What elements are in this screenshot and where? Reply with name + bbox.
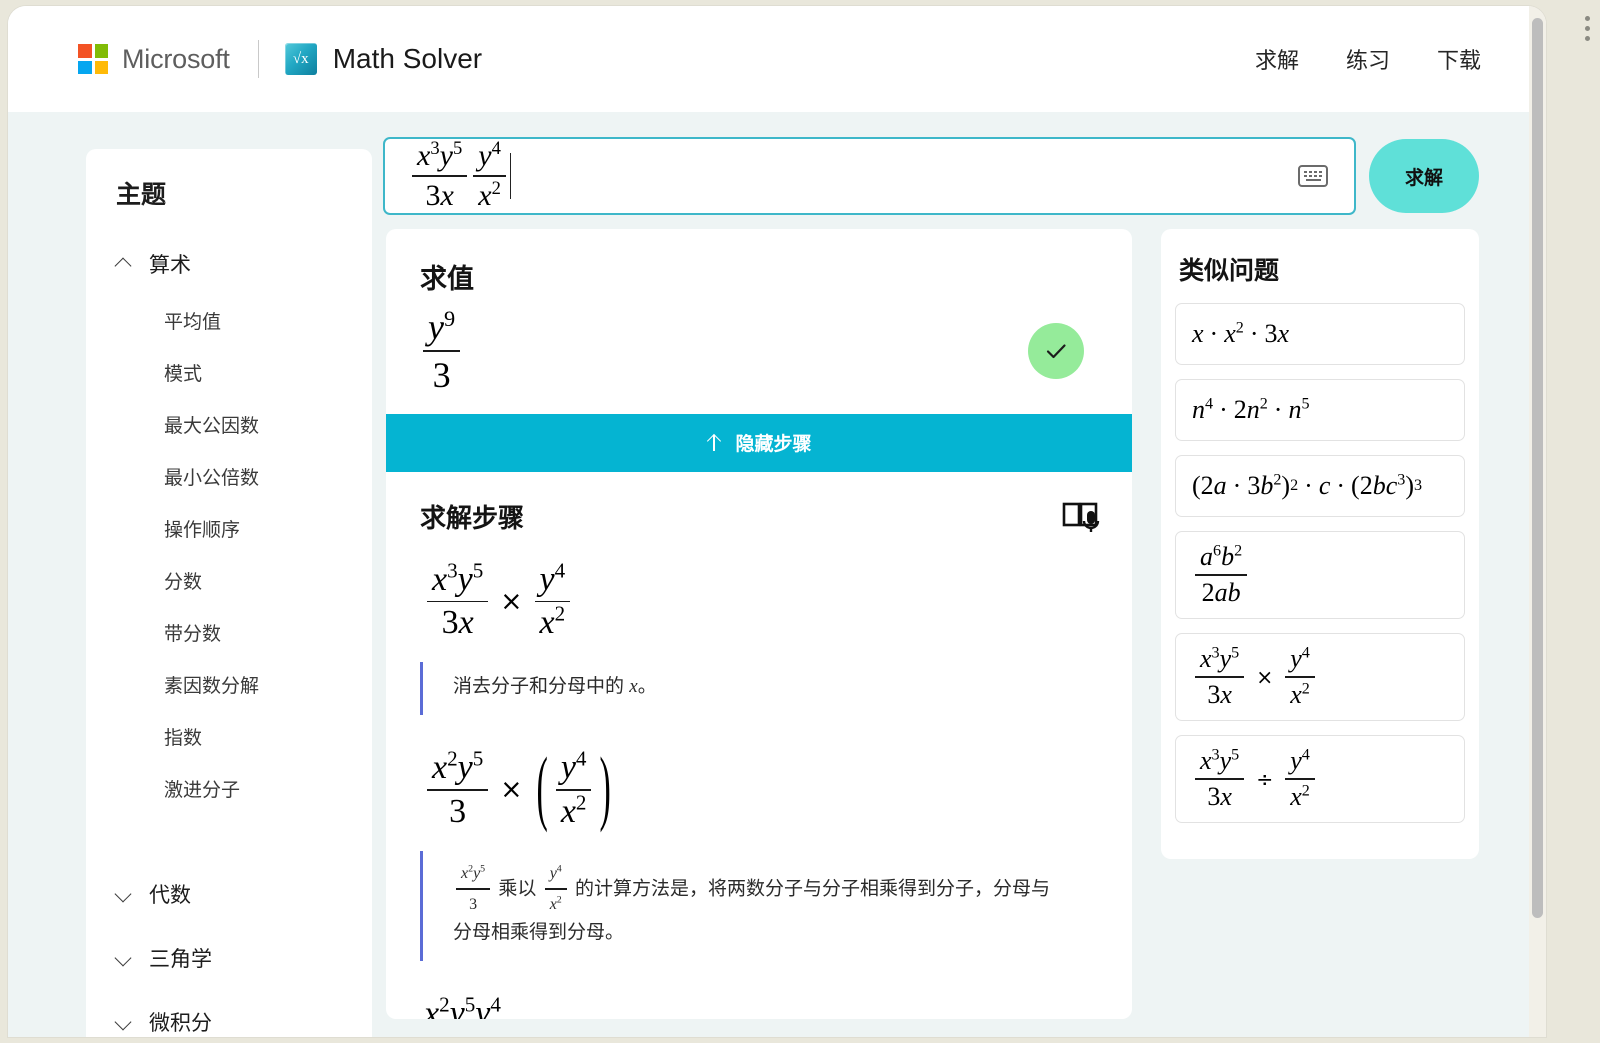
step-1-note-post: 。 (637, 676, 657, 698)
text-cursor (509, 153, 512, 199)
sidebar-group-label: 微积分 (149, 1012, 212, 1035)
step-2-note-mid: 乘以 (493, 878, 542, 900)
sidebar-item-mode[interactable]: 模式 (86, 349, 372, 401)
similar-problem-item[interactable]: a6b2 2ab (1175, 531, 1465, 619)
desktop-frame: Microsoft √x Math Solver 求解 练习 下载 x3y5 3… (0, 0, 1600, 1043)
sidebar-group-calculus[interactable]: 微积分 (86, 1003, 372, 1037)
similar-problems-panel: 类似问题 x · x2 · 3 x n4 · 2 n2 · n5 (2 a · 3 b2) 2 · c · (1161, 229, 1479, 859)
step-2-note-frac-b: y4 x2 (542, 861, 570, 918)
result-header: 求值 (386, 229, 1132, 296)
microsoft-logo-icon (78, 44, 108, 74)
sidebar-group-label: 三角学 (149, 948, 212, 971)
sidebar-group-trigonometry[interactable]: 三角学 (86, 939, 372, 977)
scrollbar-thumb[interactable] (1532, 18, 1543, 918)
main-content: 主题 算术 平均值 模式 最大公因数 最小公倍数 操作顺序 分数 带分数 素因数… (8, 149, 1529, 1037)
nav-practice[interactable]: 练习 (1346, 43, 1390, 75)
math-solver-icon: √x (280, 43, 321, 75)
arrow-up-icon (706, 434, 722, 451)
hide-steps-label: 隐藏步骤 (735, 434, 812, 456)
sidebar-item-average[interactable]: 平均值 (86, 297, 372, 349)
math-input-expression: x3y5 3x y4 x2 (403, 139, 1298, 213)
nav-solve[interactable]: 求解 (1255, 43, 1299, 75)
result-row: y9 3 (386, 296, 1132, 414)
similar-problem-item[interactable]: x3y5 3x × y4 x2 (1175, 633, 1465, 721)
similar-problem-item[interactable]: (2 a · 3 b2) 2 · c ·(2 bc3) 3 (1175, 455, 1465, 517)
chevron-up-icon (116, 257, 131, 272)
step-1-note-var: x (629, 676, 638, 698)
vertical-scrollbar[interactable] (1529, 6, 1546, 1037)
step-1-note: 消去分子和分母中的 x。 (420, 662, 1132, 715)
similar-problems-title: 类似问题 (1179, 257, 1280, 285)
chevron-down-icon (116, 1015, 131, 1030)
verified-check-icon[interactable] (1028, 322, 1084, 379)
page-viewport: Microsoft √x Math Solver 求解 练习 下载 x3y5 3… (8, 6, 1529, 1037)
hide-steps-button[interactable]: 隐藏步骤 (386, 413, 1132, 472)
microsoft-wordmark: Microsoft (122, 43, 230, 74)
app-title: Math Solver (332, 43, 483, 74)
sidebar-item-order-of-operations[interactable]: 操作顺序 (86, 505, 372, 557)
sidebar-group-algebra[interactable]: 代数 (86, 875, 372, 913)
result-expression: y9 3 (420, 306, 1028, 396)
window-menu-dots[interactable] (1580, 16, 1594, 41)
sidebar-group-label: 算术 (149, 254, 191, 277)
sidebar-item-mixed-fractions[interactable]: 带分数 (86, 609, 372, 661)
nav-download[interactable]: 下载 (1437, 43, 1481, 75)
step-2-note: x2y5 3 乘以 y4 x2 的计算方法是，将两数分子与分子相乘得到分子，分母… (420, 850, 1132, 961)
sidebar-item-gcd[interactable]: 最大公因数 (86, 401, 372, 453)
step-1-note-text: 消去分子和分母中的 (453, 676, 630, 698)
sidebar-group-label: 代数 (149, 884, 191, 907)
sidebar-item-fractions[interactable]: 分数 (86, 557, 372, 609)
site-header: Microsoft √x Math Solver 求解 练习 下载 (8, 6, 1529, 112)
similar-problem-item[interactable]: x · x2 · 3 x (1175, 303, 1465, 365)
sidebar-title: 主题 (116, 181, 167, 209)
book-microphone-icon[interactable] (1062, 499, 1104, 533)
math-input-field[interactable]: x3y5 3x y4 x2 (383, 137, 1356, 215)
similar-problem-item[interactable]: n4 · 2 n2 · n5 (1175, 379, 1465, 441)
chevron-down-icon (116, 887, 131, 902)
step-2-note-frac-a: x2y5 3 (453, 861, 493, 918)
sidebar-group-arithmetic[interactable]: 算术 (86, 245, 372, 283)
brand[interactable]: Microsoft (78, 44, 230, 75)
keyboard-icon[interactable] (1298, 165, 1328, 187)
sidebar-item-radicals[interactable]: 激进分子 (86, 765, 372, 817)
step-3-expression: x2y5y4 (424, 992, 501, 1019)
chevron-down-icon (116, 951, 131, 966)
sidebar-item-lcm[interactable]: 最小公倍数 (86, 453, 372, 505)
brand-divider (257, 40, 259, 78)
similar-problem-item[interactable]: x3y5 3x ÷ y4 x2 (1175, 735, 1465, 823)
sidebar: 主题 算术 平均值 模式 最大公因数 最小公倍数 操作顺序 分数 带分数 素因数… (86, 149, 372, 1037)
result-title: 求值 (420, 264, 474, 294)
sidebar-item-prime-factorization[interactable]: 素因数分解 (86, 661, 372, 713)
step-1-expression: x3y5 3x × y4 x2 (386, 535, 1132, 649)
result-panel: 求值 y9 3 隐藏步骤 求解步骤 x3y5 3x × y4 x2 消去分子和分… (386, 229, 1132, 1019)
solve-button[interactable]: 求解 (1369, 139, 1479, 213)
sidebar-topic-list: 平均值 模式 最大公因数 最小公倍数 操作顺序 分数 带分数 素因数分解 指数 … (86, 297, 372, 817)
steps-header: 求解步骤 (386, 472, 1132, 535)
step-2-expression: x2y5 3 × ( y4 x2 ) (386, 723, 1132, 837)
steps-title: 求解步骤 (420, 502, 525, 533)
header-nav: 求解 练习 下载 (1255, 43, 1481, 75)
sidebar-item-exponents[interactable]: 指数 (86, 713, 372, 765)
browser-window: Microsoft √x Math Solver 求解 练习 下载 x3y5 3… (8, 6, 1546, 1037)
